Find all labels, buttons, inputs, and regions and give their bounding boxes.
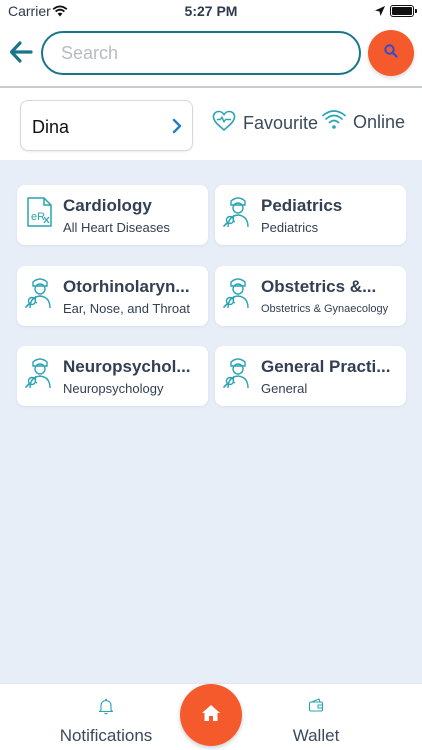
online-filter[interactable]: Online bbox=[322, 110, 405, 135]
home-button[interactable] bbox=[180, 684, 242, 746]
specialty-subtitle: Ear, Nose, and Throat bbox=[63, 301, 190, 316]
doctor-icon bbox=[223, 356, 253, 390]
selected-name: Dina bbox=[32, 117, 70, 137]
specialty-subtitle: Pediatrics bbox=[261, 220, 319, 235]
specialty-card-cardiology[interactable]: eR Cardiology All Heart Diseases bbox=[17, 185, 208, 245]
heart-icon bbox=[212, 110, 236, 137]
specialty-subtitle: General bbox=[261, 381, 308, 396]
specialty-subtitle: Neuropsychology bbox=[63, 381, 164, 396]
search-bar bbox=[0, 22, 422, 86]
tab-notifications[interactable]: Notifications bbox=[46, 684, 166, 750]
doctor-icon bbox=[223, 276, 253, 310]
bell-icon bbox=[98, 698, 114, 720]
doctor-icon bbox=[25, 276, 55, 310]
specialty-subtitle: Obstetrics & Gynaecology bbox=[261, 303, 389, 315]
specialty-card-general-practice[interactable]: General Practi... General bbox=[215, 346, 406, 406]
specialty-title: Otorhinolaryn... bbox=[63, 277, 190, 296]
specialty-card-pediatrics[interactable]: Pediatrics Pediatrics bbox=[215, 185, 406, 245]
specialty-title: Neuropsychol... bbox=[63, 357, 191, 376]
svg-text:eR: eR bbox=[31, 211, 45, 223]
doctor-icon bbox=[223, 195, 253, 229]
specialty-card-otorhinolaryngology[interactable]: Otorhinolaryn... Ear, Nose, and Throat bbox=[17, 266, 208, 326]
search-icon bbox=[383, 43, 399, 64]
search-input[interactable] bbox=[41, 31, 361, 75]
battery-icon bbox=[390, 5, 417, 17]
prescription-icon: eR bbox=[25, 195, 55, 229]
specialty-subtitle: All Heart Diseases bbox=[63, 220, 170, 235]
back-arrow-icon[interactable] bbox=[8, 38, 34, 66]
filter-bar: Dina Favourite Online bbox=[0, 88, 422, 160]
wifi-icon bbox=[322, 110, 346, 135]
home-icon bbox=[201, 704, 221, 727]
name-selector[interactable]: Dina bbox=[20, 100, 193, 151]
specialty-card-obstetrics[interactable]: Obstetrics &... Obstetrics & Gynaecology bbox=[215, 266, 406, 326]
specialty-title: Pediatrics bbox=[261, 196, 343, 215]
favourite-filter[interactable]: Favourite bbox=[212, 110, 318, 137]
specialty-card-neuropsychology[interactable]: Neuropsychol... Neuropsychology bbox=[17, 346, 208, 406]
specialty-title: Obstetrics &... bbox=[261, 277, 377, 296]
tab-wallet-label: Wallet bbox=[292, 726, 340, 745]
search-button[interactable] bbox=[368, 30, 414, 76]
wallet-icon bbox=[308, 698, 324, 717]
clock: 5:27 PM bbox=[184, 3, 238, 19]
tab-notifications-label: Notifications bbox=[59, 726, 153, 745]
specialty-title: General Practi... bbox=[261, 357, 391, 376]
favourite-label: Favourite bbox=[243, 113, 319, 133]
status-bar: Carrier 5:27 PM bbox=[0, 0, 422, 22]
chevron-right-icon bbox=[172, 118, 182, 139]
specialty-title: Cardiology bbox=[63, 196, 152, 215]
specialty-grid: eR Cardiology All Heart Diseases Pediatr… bbox=[0, 160, 422, 683]
tab-wallet[interactable]: Wallet bbox=[266, 684, 366, 750]
doctor-icon bbox=[25, 356, 55, 390]
online-label: Online bbox=[353, 112, 406, 132]
location-arrow-icon bbox=[374, 4, 386, 20]
